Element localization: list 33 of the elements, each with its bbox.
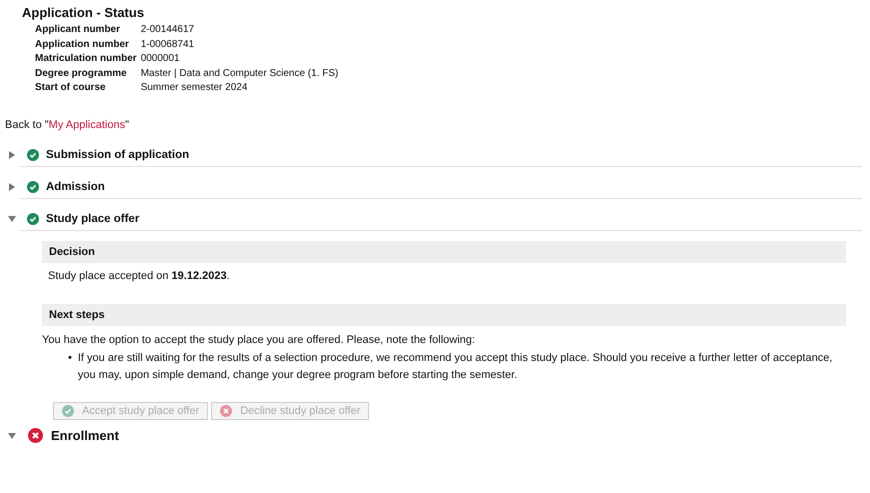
expand-arrow-icon[interactable] [8, 182, 16, 190]
field-label: Matriculation number [35, 53, 137, 66]
section-title[interactable]: Admission [46, 180, 105, 192]
section-title[interactable]: Submission of application [46, 148, 190, 160]
collapse-arrow-icon[interactable] [8, 214, 16, 222]
back-link-text: Back to "My Applications" [5, 118, 130, 130]
panel-heading: Next steps [42, 304, 846, 326]
field-value: 1-00068741 [140, 38, 196, 51]
my-applications-link[interactable]: My Applications [48, 118, 126, 130]
panel-heading: Decision [42, 240, 846, 262]
field-label: Application number [35, 38, 130, 51]
intro-text: You have the option to accept the study place you are offered. Please, note the following: [42, 334, 476, 346]
page-title: Application - Status [22, 5, 146, 20]
field-label: Start of course [35, 82, 107, 94]
collapse-arrow-icon[interactable] [8, 432, 16, 440]
check-icon [62, 404, 74, 416]
section-title[interactable]: Study place offer [46, 212, 140, 224]
field-label: Applicant number [35, 24, 122, 36]
error-icon [28, 428, 43, 443]
field-value: Summer semester 2024 [140, 82, 248, 94]
section-title[interactable]: Enrollment [51, 428, 119, 443]
bullet-mark: • [68, 350, 72, 366]
field-value: 0000001 [140, 53, 181, 66]
check-icon [27, 180, 39, 192]
error-icon [220, 404, 232, 416]
field-value: 2-00144617 [140, 24, 196, 36]
field-label: Degree programme [35, 68, 128, 80]
field-value: Master | Data and Computer Science (1. FS) [140, 68, 340, 80]
bullet-text: If you are still waiting for the results of a selection procedure, we recommend you accept this study place. Should you receive a further letter of acceptance, you may, upon simple demand, change your degree program before starting the semester. [78, 350, 834, 382]
decision-text: Study place accepted on 19.12.2023. [48, 270, 231, 282]
expand-arrow-icon[interactable] [8, 150, 16, 158]
check-icon [27, 148, 39, 160]
check-icon [27, 212, 39, 224]
